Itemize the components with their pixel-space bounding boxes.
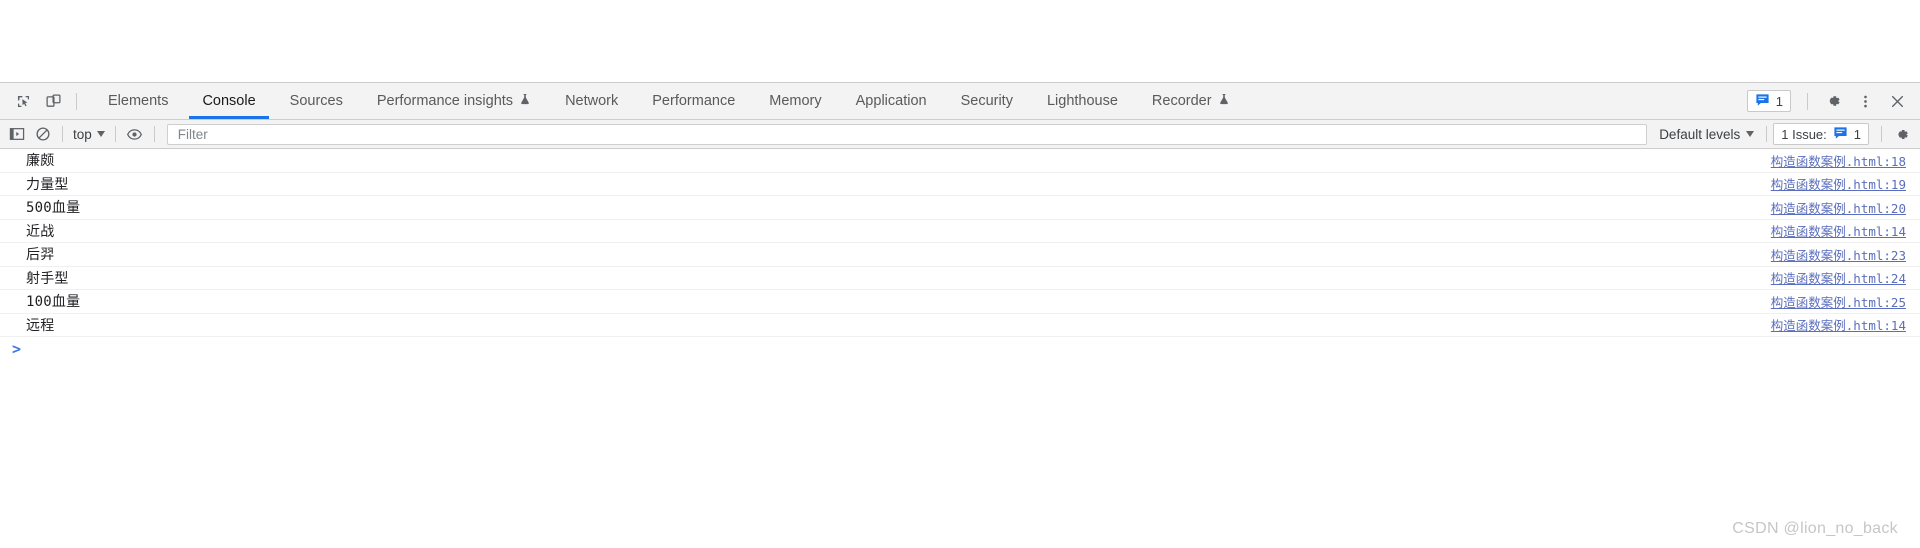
console-toolbar: top Default levels 1 Issue: xyxy=(0,120,1920,149)
execution-context-selector[interactable]: top xyxy=(69,123,109,145)
device-toolbar-icon[interactable] xyxy=(38,86,68,116)
console-message-source-link[interactable]: 构造函数案例.html:19 xyxy=(1771,174,1906,193)
console-message-text: 力量型 xyxy=(26,176,69,193)
more-vertical-icon[interactable] xyxy=(1850,86,1880,116)
console-toolbar-divider xyxy=(1766,126,1768,142)
issues-message-icon xyxy=(1755,93,1770,110)
inspect-element-icon[interactable] xyxy=(8,86,38,116)
console-message-text: 廉颇 xyxy=(26,153,55,170)
console-message-source-link[interactable]: 构造函数案例.html:18 xyxy=(1771,151,1906,170)
log-levels-label: Default levels xyxy=(1659,126,1741,142)
console-issues-badge[interactable]: 1 Issue: 1 xyxy=(1773,123,1869,145)
console-sidebar-icon[interactable] xyxy=(4,122,30,146)
tab-console-label: Console xyxy=(202,93,256,109)
console-toolbar-divider xyxy=(62,126,63,142)
clear-console-icon[interactable] xyxy=(30,122,56,146)
toolbar-divider xyxy=(76,92,77,110)
issues-badge[interactable]: 1 xyxy=(1746,90,1791,112)
close-icon[interactable] xyxy=(1882,86,1912,116)
console-message-text: 500血量 xyxy=(26,200,81,217)
console-toolbar-divider xyxy=(1881,126,1882,142)
watermark: CSDN @lion_no_back xyxy=(1732,520,1898,537)
chevron-down-icon xyxy=(1746,131,1755,137)
tab-network[interactable]: Network xyxy=(548,83,635,119)
tab-network-label: Network xyxy=(565,93,619,109)
console-toolbar-divider xyxy=(153,126,155,142)
tab-console[interactable]: Console xyxy=(185,83,272,119)
filter-input-wrapper[interactable] xyxy=(166,123,1648,145)
flask-experiment-icon xyxy=(1218,93,1230,110)
panel-tabs: Elements Console Sources Performance ins… xyxy=(91,83,1747,119)
tab-security[interactable]: Security xyxy=(944,83,1030,119)
console-issues-label: 1 Issue: xyxy=(1781,126,1827,142)
tab-performance-label: Performance xyxy=(652,93,736,109)
tab-elements[interactable]: Elements xyxy=(91,83,185,119)
tab-recorder[interactable]: Recorder xyxy=(1135,83,1247,119)
issues-message-icon xyxy=(1833,126,1848,143)
tab-lighthouse-label: Lighthouse xyxy=(1046,93,1118,109)
tabbar-right-controls: 1 xyxy=(1746,83,1920,119)
tab-application[interactable]: Application xyxy=(839,83,944,119)
console-message-row[interactable]: 100血量 构造函数案例.html:25 xyxy=(0,290,1920,314)
console-prompt[interactable]: > xyxy=(0,337,1920,361)
issues-count: 1 xyxy=(1775,93,1783,109)
console-message-row[interactable]: 力量型 构造函数案例.html:19 xyxy=(0,173,1920,196)
console-message-text: 100血量 xyxy=(26,294,81,311)
tab-security-label: Security xyxy=(960,93,1013,109)
tab-elements-label: Elements xyxy=(108,93,169,109)
chevron-down-icon xyxy=(96,131,105,137)
page-viewport xyxy=(0,0,1920,82)
console-message-text: 远程 xyxy=(26,317,55,334)
console-message-source-link[interactable]: 构造函数案例.html:14 xyxy=(1771,221,1906,240)
console-message-row[interactable]: 射手型 构造函数案例.html:24 xyxy=(0,267,1920,290)
console-message-row[interactable]: 500血量 构造函数案例.html:20 xyxy=(0,196,1920,220)
console-message-source-link[interactable]: 构造函数案例.html:23 xyxy=(1771,245,1906,264)
tab-recorder-label: Recorder xyxy=(1151,93,1212,109)
tabbar-left-controls xyxy=(0,83,85,119)
console-message-row[interactable]: 远程 构造函数案例.html:14 xyxy=(0,314,1920,337)
console-message-row[interactable]: 后羿 构造函数案例.html:23 xyxy=(0,243,1920,267)
tab-performance-insights-label: Performance insights xyxy=(376,93,514,109)
prompt-caret-icon: > xyxy=(12,339,22,358)
tab-performance[interactable]: Performance xyxy=(635,83,752,119)
console-message-source-link[interactable]: 构造函数案例.html:25 xyxy=(1771,292,1906,311)
tab-memory-label: Memory xyxy=(769,93,822,109)
execution-context-label: top xyxy=(73,126,92,142)
log-levels-selector[interactable]: Default levels xyxy=(1653,123,1760,145)
console-message-source-link[interactable]: 构造函数案例.html:20 xyxy=(1771,198,1906,217)
tab-sources-label: Sources xyxy=(289,93,343,109)
live-expression-eye-icon[interactable] xyxy=(122,122,148,146)
tab-performance-insights[interactable]: Performance insights xyxy=(360,83,548,119)
console-settings-gear-icon[interactable] xyxy=(1888,122,1914,146)
filter-input[interactable] xyxy=(175,125,1639,143)
console-message-row[interactable]: 近战 构造函数案例.html:14 xyxy=(0,220,1920,243)
console-message-row[interactable]: 廉颇 构造函数案例.html:18 xyxy=(0,149,1920,173)
tab-memory[interactable]: Memory xyxy=(752,83,838,119)
devtools-screenshot: Elements Console Sources Performance ins… xyxy=(0,0,1920,548)
console-message-text: 近战 xyxy=(26,223,55,240)
console-issues-count: 1 xyxy=(1853,126,1861,142)
gear-icon[interactable] xyxy=(1818,86,1848,116)
devtools-panel: Elements Console Sources Performance ins… xyxy=(0,82,1920,548)
tab-lighthouse[interactable]: Lighthouse xyxy=(1030,83,1135,119)
console-toolbar-divider xyxy=(114,126,116,142)
tabbar-right-divider xyxy=(1807,92,1808,110)
console-message-list[interactable]: 廉颇 构造函数案例.html:18 力量型 构造函数案例.html:19 500… xyxy=(0,149,1920,548)
console-message-text: 后羿 xyxy=(26,247,55,264)
devtools-tabbar: Elements Console Sources Performance ins… xyxy=(0,83,1920,120)
console-message-source-link[interactable]: 构造函数案例.html:24 xyxy=(1771,268,1906,287)
tab-application-label: Application xyxy=(855,93,927,109)
tab-sources[interactable]: Sources xyxy=(273,83,360,119)
console-message-source-link[interactable]: 构造函数案例.html:14 xyxy=(1771,315,1906,334)
console-message-text: 射手型 xyxy=(26,270,69,287)
flask-experiment-icon xyxy=(519,93,531,110)
